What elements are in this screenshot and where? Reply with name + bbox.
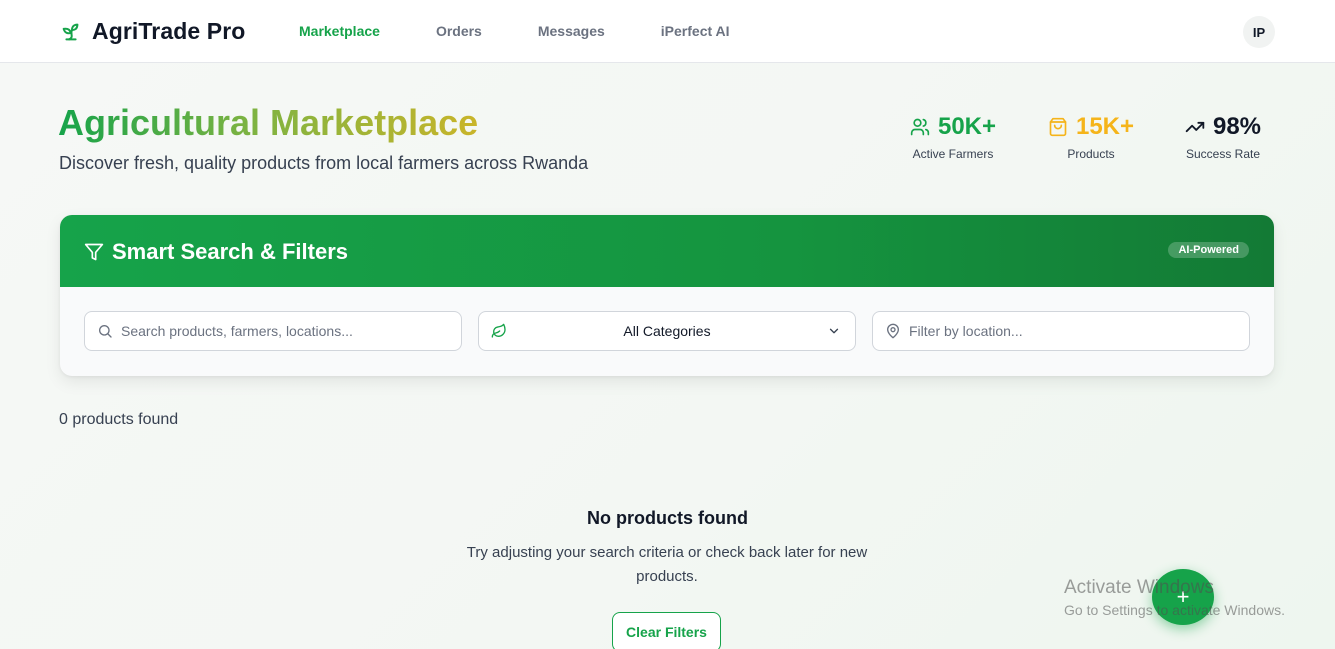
filters-title-group: Smart Search & Filters — [84, 239, 348, 265]
filter-icon — [84, 242, 104, 262]
map-pin-icon — [885, 323, 901, 339]
category-select[interactable]: All Categories — [478, 311, 856, 351]
leaf-icon — [491, 323, 507, 339]
trending-up-icon — [1185, 117, 1205, 137]
stat-label: Products — [1067, 147, 1115, 161]
nav-orders[interactable]: Orders — [436, 23, 482, 39]
shopping-bag-icon — [1048, 117, 1068, 137]
search-icon — [97, 323, 113, 339]
stat-products: 15K+ Products — [1043, 112, 1139, 161]
filters-header: Smart Search & Filters AI-Powered — [60, 215, 1274, 287]
chevron-down-icon — [827, 324, 841, 338]
page-title: Agricultural Marketplace — [58, 102, 479, 143]
empty-state-text: Try adjusting your search criteria or ch… — [466, 544, 868, 585]
stat-value: 50K+ — [937, 113, 997, 140]
sprout-icon — [60, 21, 82, 43]
add-product-fab[interactable]: + — [1152, 569, 1214, 625]
location-input[interactable]: Filter by location... — [872, 311, 1250, 351]
ai-powered-badge: AI-Powered — [1168, 242, 1249, 258]
search-filters-card: Smart Search & Filters AI-Powered Search… — [60, 215, 1274, 376]
stat-value: 98% — [1212, 113, 1262, 140]
users-icon — [910, 117, 930, 137]
results-count: 0 products found — [59, 411, 179, 428]
search-placeholder: Search products, farmers, locations... — [121, 323, 353, 339]
brand[interactable]: AgriTrade Pro — [60, 18, 245, 45]
clear-filters-button[interactable]: Clear Filters — [612, 612, 721, 649]
category-value: All Categories — [623, 323, 711, 339]
nav-messages[interactable]: Messages — [538, 23, 605, 39]
top-navbar: AgriTrade Pro Marketplace Orders Message… — [0, 0, 1335, 63]
search-input[interactable]: Search products, farmers, locations... — [84, 311, 462, 351]
stat-value: 15K+ — [1075, 113, 1135, 140]
stat-success-rate: 98% Success Rate — [1177, 112, 1269, 161]
filters-title: Smart Search & Filters — [112, 239, 348, 264]
empty-state-title: No products found — [587, 508, 748, 528]
main-nav: Marketplace Orders Messages iPerfect AI — [299, 23, 786, 39]
page-subtitle: Discover fresh, quality products from lo… — [59, 153, 589, 173]
brand-name: AgriTrade Pro — [92, 18, 246, 44]
location-placeholder: Filter by location... — [909, 323, 1023, 339]
plus-icon: + — [1176, 584, 1190, 609]
stat-active-farmers: 50K+ Active Farmers — [905, 112, 1001, 161]
nav-iperfect-ai[interactable]: iPerfect AI — [661, 23, 730, 39]
stat-label: Active Farmers — [912, 147, 994, 161]
stat-label: Success Rate — [1185, 147, 1261, 161]
nav-marketplace[interactable]: Marketplace — [299, 23, 380, 39]
user-avatar[interactable]: IP — [1243, 16, 1275, 48]
